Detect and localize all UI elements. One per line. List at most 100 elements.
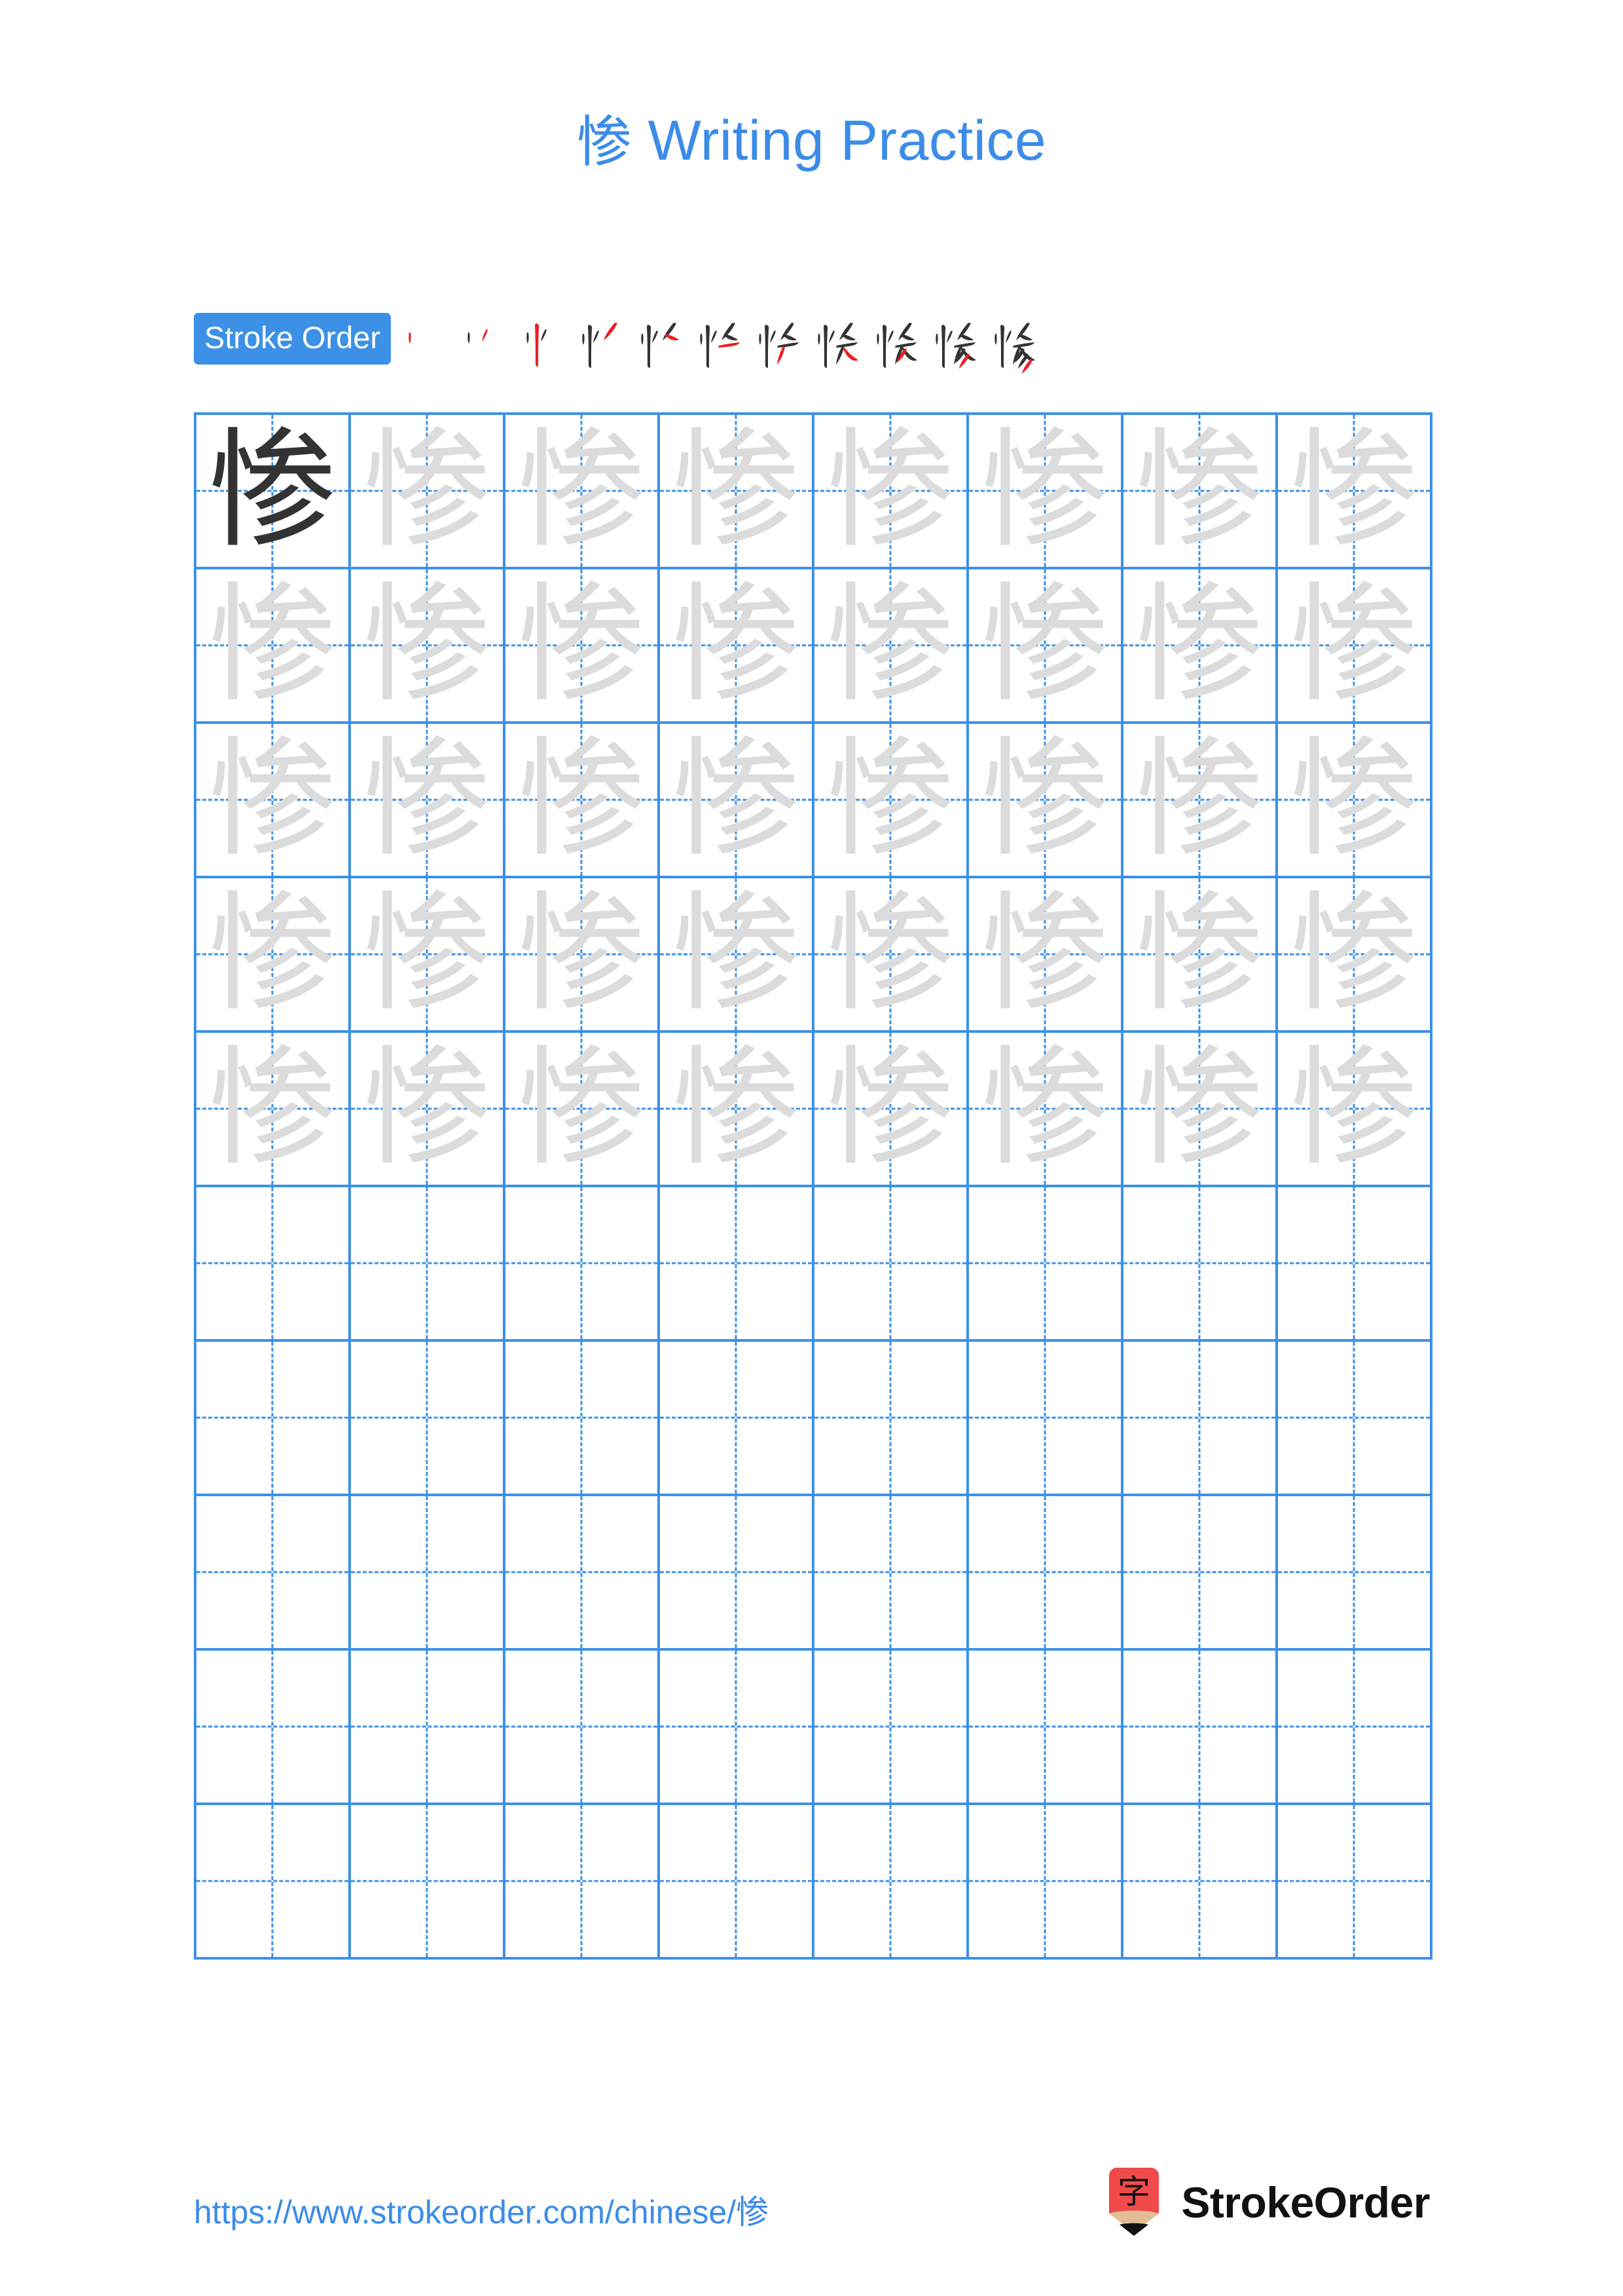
grid-cell[interactable] <box>351 1187 505 1342</box>
grid-cell[interactable] <box>1278 1651 1432 1805</box>
grid-cell[interactable] <box>814 1187 969 1342</box>
grid-cell[interactable]: 惨 <box>1278 415 1432 569</box>
grid-cell[interactable] <box>1123 1187 1278 1342</box>
trace-character: 惨 <box>517 725 646 874</box>
trace-character: 惨 <box>671 1034 800 1183</box>
grid-cell[interactable]: 惨 <box>1123 1033 1278 1187</box>
grid-cell[interactable] <box>660 1496 814 1651</box>
grid-cell[interactable] <box>505 1496 660 1651</box>
grid-cell[interactable] <box>1278 1805 1432 1960</box>
grid-cell[interactable]: 惨 <box>1278 569 1432 724</box>
grid-cell[interactable] <box>814 1496 969 1651</box>
stroke-order-badge: Stroke Order <box>194 312 392 365</box>
grid-cell[interactable] <box>1123 1342 1278 1496</box>
grid-cell[interactable]: 惨 <box>969 878 1123 1033</box>
grid-cell[interactable] <box>351 1805 505 1960</box>
trace-character: 惨 <box>826 416 955 565</box>
grid-cell[interactable]: 惨 <box>660 415 814 569</box>
grid-cell[interactable] <box>196 1342 351 1496</box>
grid-cell[interactable]: 惨 <box>814 415 969 569</box>
grid-cell[interactable] <box>505 1651 660 1805</box>
grid-cell[interactable]: 惨 <box>351 1033 505 1187</box>
grid-cell[interactable]: 惨 <box>351 724 505 878</box>
grid-cell[interactable]: 惨 <box>660 1033 814 1187</box>
trace-character: 惨 <box>208 1034 337 1183</box>
grid-cell[interactable] <box>969 1651 1123 1805</box>
grid-cell[interactable]: 惨 <box>505 569 660 724</box>
grid-cell[interactable] <box>196 1496 351 1651</box>
trace-character: 惨 <box>671 880 800 1029</box>
trace-character: 惨 <box>1135 571 1264 720</box>
grid-cell[interactable]: 惨 <box>351 415 505 569</box>
grid-cell[interactable] <box>351 1496 505 1651</box>
grid-cell[interactable] <box>505 1805 660 1960</box>
stroke-step-8 <box>806 309 865 374</box>
grid-cell[interactable] <box>814 1651 969 1805</box>
grid-cell[interactable]: 惨 <box>814 1033 969 1187</box>
grid-cell[interactable]: 惨 <box>196 415 351 569</box>
grid-cell[interactable]: 惨 <box>196 878 351 1033</box>
stroke-step-11 <box>983 309 1042 374</box>
grid-cell[interactable]: 惨 <box>351 878 505 1033</box>
grid-cell[interactable]: 惨 <box>969 569 1123 724</box>
grid-cell[interactable] <box>505 1187 660 1342</box>
grid-cell[interactable]: 惨 <box>1278 1033 1432 1187</box>
grid-cell[interactable] <box>814 1805 969 1960</box>
grid-cell[interactable]: 惨 <box>814 878 969 1033</box>
grid-cell[interactable]: 惨 <box>196 724 351 878</box>
grid-cell[interactable] <box>660 1651 814 1805</box>
stroke-step-2 <box>452 309 511 374</box>
trace-character: 惨 <box>517 416 646 565</box>
grid-cell[interactable]: 惨 <box>505 878 660 1033</box>
grid-cell[interactable]: 惨 <box>505 415 660 569</box>
grid-cell[interactable] <box>1123 1651 1278 1805</box>
grid-cell[interactable] <box>660 1342 814 1496</box>
grid-cell[interactable] <box>1123 1805 1278 1960</box>
grid-cell[interactable] <box>1278 1187 1432 1342</box>
practice-grid: 惨惨惨惨惨惨惨惨惨惨惨惨惨惨惨惨惨惨惨惨惨惨惨惨惨惨惨惨惨惨惨惨惨惨惨惨惨惨惨惨 <box>194 412 1432 1960</box>
grid-cell[interactable]: 惨 <box>814 569 969 724</box>
grid-cell[interactable]: 惨 <box>1123 878 1278 1033</box>
grid-cell[interactable]: 惨 <box>969 415 1123 569</box>
grid-cell[interactable] <box>969 1342 1123 1496</box>
grid-cell[interactable] <box>969 1496 1123 1651</box>
grid-cell[interactable] <box>1123 1496 1278 1651</box>
grid-cell[interactable]: 惨 <box>814 724 969 878</box>
grid-cell[interactable] <box>660 1805 814 1960</box>
footer-brand[interactable]: 字 StrokeOrder <box>1104 2166 1430 2238</box>
grid-cell[interactable]: 惨 <box>1278 724 1432 878</box>
grid-cell[interactable] <box>1278 1496 1432 1651</box>
grid-cell[interactable] <box>505 1342 660 1496</box>
trace-character: 惨 <box>980 725 1109 874</box>
grid-cell[interactable]: 惨 <box>969 724 1123 878</box>
stroke-step-5-icon <box>641 323 680 368</box>
grid-cell[interactable] <box>660 1187 814 1342</box>
stroke-step-1 <box>393 309 452 374</box>
grid-cell[interactable]: 惨 <box>351 569 505 724</box>
grid-cell[interactable]: 惨 <box>196 1033 351 1187</box>
grid-cell[interactable] <box>196 1805 351 1960</box>
stroke-step-10-icon <box>936 323 977 368</box>
grid-cell[interactable] <box>196 1651 351 1805</box>
grid-cell[interactable]: 惨 <box>1123 415 1278 569</box>
grid-cell[interactable]: 惨 <box>1123 569 1278 724</box>
footer-url[interactable]: https://www.strokeorder.com/chinese/惨 <box>194 2186 769 2233</box>
grid-cell[interactable] <box>196 1187 351 1342</box>
grid-cell[interactable] <box>969 1187 1123 1342</box>
grid-cell[interactable]: 惨 <box>505 1033 660 1187</box>
grid-cell[interactable]: 惨 <box>1123 724 1278 878</box>
grid-cell[interactable]: 惨 <box>1278 878 1432 1033</box>
grid-cell[interactable]: 惨 <box>660 878 814 1033</box>
grid-cell[interactable] <box>1278 1342 1432 1496</box>
grid-cell[interactable]: 惨 <box>505 724 660 878</box>
grid-cell[interactable] <box>351 1342 505 1496</box>
grid-cell[interactable] <box>351 1651 505 1805</box>
grid-cell[interactable]: 惨 <box>969 1033 1123 1187</box>
grid-cell[interactable]: 惨 <box>196 569 351 724</box>
grid-cell[interactable] <box>969 1805 1123 1960</box>
trace-character: 惨 <box>208 880 337 1029</box>
grid-cell[interactable]: 惨 <box>660 569 814 724</box>
grid-cell[interactable]: 惨 <box>660 724 814 878</box>
page-title-text: Writing Practice <box>632 109 1047 172</box>
grid-cell[interactable] <box>814 1342 969 1496</box>
